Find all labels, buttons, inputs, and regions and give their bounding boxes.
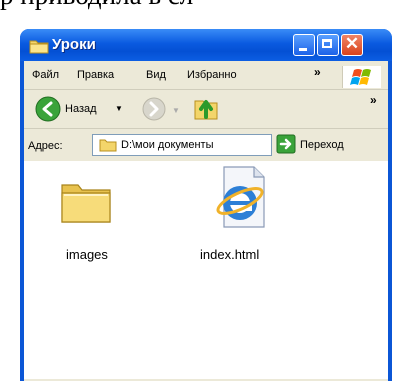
toolbar-more-chevron[interactable]: » bbox=[370, 93, 377, 107]
go-arrow-icon bbox=[276, 134, 296, 154]
back-label: Назад bbox=[65, 103, 97, 115]
file-list: images index.html bbox=[24, 161, 388, 379]
folder-icon bbox=[61, 184, 111, 223]
address-input[interactable]: D:\мои документы ▼ bbox=[92, 134, 272, 156]
internet-explorer-icon bbox=[216, 166, 265, 228]
address-bar: Адрес: D:\мои документы ▼ Переход bbox=[24, 129, 388, 161]
menu-favorites[interactable]: Избранно bbox=[187, 69, 259, 81]
menu-file[interactable]: Файл bbox=[32, 69, 59, 81]
address-folder-icon bbox=[99, 139, 117, 152]
window-title: Уроки bbox=[52, 36, 96, 53]
back-arrow-icon bbox=[35, 96, 61, 122]
go-button[interactable]: Переход bbox=[276, 134, 386, 156]
file-item-images[interactable]: images bbox=[54, 171, 124, 271]
minimize-button[interactable] bbox=[293, 34, 315, 56]
menu-bar: Файл Правка Вид Избранно » bbox=[24, 61, 388, 90]
page-text-fragment: р приводила в сл bbox=[0, 0, 399, 28]
back-dropdown-arrow-icon[interactable]: ▼ bbox=[115, 104, 123, 113]
toolbar: Назад ▼ ▼ » bbox=[24, 90, 388, 129]
menu-more-chevron[interactable]: » bbox=[314, 65, 321, 79]
file-name: index.html bbox=[200, 247, 260, 262]
title-bar[interactable]: Уроки ✕ bbox=[20, 29, 392, 61]
address-value: D:\мои документы bbox=[121, 139, 214, 151]
maximize-button[interactable] bbox=[317, 34, 339, 56]
close-icon: ✕ bbox=[344, 34, 360, 53]
address-label: Адрес: bbox=[28, 140, 63, 152]
explorer-window: Уроки ✕ Файл Правка Вид Избранно » Назад… bbox=[20, 29, 392, 381]
menu-edit[interactable]: Правка bbox=[77, 69, 114, 81]
up-folder-icon[interactable] bbox=[192, 93, 220, 123]
folder-icon bbox=[29, 38, 49, 59]
forward-dropdown-arrow-icon[interactable]: ▼ bbox=[172, 106, 180, 115]
window-client: Файл Правка Вид Избранно » Назад ▼ ▼ » А… bbox=[24, 61, 388, 381]
back-button[interactable]: Назад ▼ bbox=[34, 94, 130, 124]
go-label: Переход bbox=[300, 139, 344, 151]
forward-button[interactable] bbox=[141, 96, 167, 122]
menu-view[interactable]: Вид bbox=[146, 69, 166, 81]
window-bottom-border bbox=[24, 379, 388, 381]
close-button[interactable]: ✕ bbox=[341, 34, 363, 56]
windows-logo-icon bbox=[342, 66, 381, 88]
file-item-index-html[interactable]: index.html bbox=[192, 165, 282, 265]
file-name: images bbox=[66, 247, 108, 262]
